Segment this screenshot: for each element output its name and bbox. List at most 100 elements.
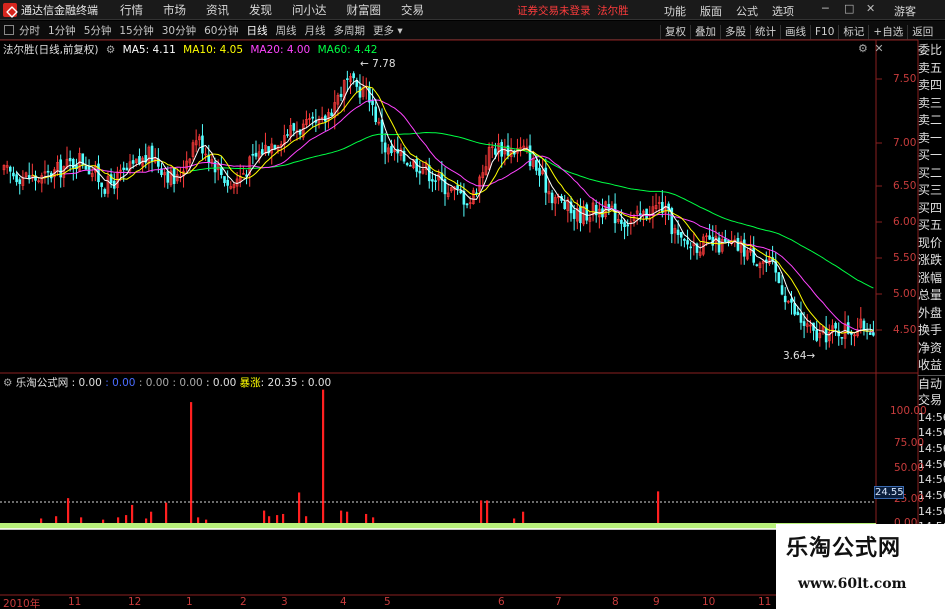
y-tick: 6.00 bbox=[893, 216, 917, 228]
candle-body bbox=[59, 159, 63, 178]
indicator-bar bbox=[102, 519, 105, 523]
candle-body bbox=[531, 157, 535, 167]
candle-body bbox=[635, 210, 639, 214]
period-60min[interactable]: 60分钟 bbox=[204, 23, 238, 38]
candle-body bbox=[153, 157, 157, 163]
candle-body bbox=[572, 210, 576, 219]
draw-button[interactable]: 画线 bbox=[780, 25, 810, 40]
ma20-label: MA20: 4.00 bbox=[250, 44, 311, 56]
menu-ask[interactable]: 问小达 bbox=[292, 2, 327, 18]
add-watchlist-button[interactable]: +自选 bbox=[868, 25, 907, 40]
candle-body bbox=[601, 208, 604, 218]
period-more[interactable]: 更多 ▾ bbox=[373, 23, 403, 38]
menu-formula[interactable]: 公式 bbox=[736, 3, 758, 19]
period-daily[interactable]: 日线 bbox=[247, 23, 268, 38]
low-price-label: 3.64→ bbox=[783, 350, 816, 362]
x-tick: 11 bbox=[68, 596, 82, 608]
candle-body bbox=[270, 143, 274, 154]
candle-body bbox=[198, 136, 201, 141]
gear-icon[interactable]: ⚙ bbox=[858, 42, 868, 55]
candle-body bbox=[78, 153, 81, 172]
adjust-button[interactable]: 复权 bbox=[660, 25, 690, 40]
indicator-bar bbox=[365, 513, 368, 523]
menu-function[interactable]: 功能 bbox=[664, 3, 686, 19]
menu-layout[interactable]: 版面 bbox=[700, 3, 722, 19]
period-1min[interactable]: 1分钟 bbox=[48, 23, 76, 38]
close-icon[interactable]: ✕ bbox=[866, 2, 875, 15]
maximize-icon[interactable]: □ bbox=[844, 2, 854, 15]
moving-average-lines bbox=[16, 79, 874, 336]
candle-body bbox=[717, 237, 721, 253]
candle-body bbox=[862, 320, 866, 332]
close-chart-icon[interactable]: ✕ bbox=[874, 42, 883, 55]
candle-body bbox=[512, 150, 516, 155]
chart-area[interactable] bbox=[0, 0, 945, 609]
candle-body bbox=[475, 192, 478, 195]
candle-body bbox=[598, 208, 601, 218]
back-button[interactable]: 返回 bbox=[907, 25, 937, 40]
f10-button[interactable]: F10 bbox=[810, 25, 838, 40]
x-tick: 5 bbox=[384, 596, 391, 608]
menu-discover[interactable]: 发现 bbox=[249, 2, 272, 18]
candle-body bbox=[500, 142, 504, 157]
candle-body bbox=[670, 208, 674, 235]
candle-body bbox=[43, 171, 47, 174]
candle-body bbox=[616, 219, 620, 222]
candle-body bbox=[276, 145, 280, 151]
mark-button[interactable]: 标记 bbox=[838, 25, 868, 40]
candle-body bbox=[314, 120, 318, 123]
login-status[interactable]: 证券交易未登录 法尔胜 bbox=[517, 3, 629, 18]
period-intraday[interactable]: 分时 bbox=[19, 23, 40, 38]
period-monthly[interactable]: 月线 bbox=[305, 23, 326, 38]
period-weekly[interactable]: 周线 bbox=[276, 23, 297, 38]
period-30min[interactable]: 30分钟 bbox=[162, 23, 196, 38]
menu-market[interactable]: 市场 bbox=[163, 2, 186, 18]
quote-label: 卖二 bbox=[918, 113, 943, 127]
candle-body bbox=[135, 158, 138, 163]
candle-body bbox=[402, 150, 406, 162]
candle-body bbox=[752, 247, 756, 263]
candle-body bbox=[780, 285, 784, 295]
candle-body bbox=[116, 171, 119, 188]
candle-body bbox=[705, 235, 708, 238]
menu-trade[interactable]: 交易 bbox=[401, 2, 424, 18]
candle-body bbox=[342, 80, 346, 100]
menu-quotes[interactable]: 行情 bbox=[120, 2, 143, 18]
settings-icon[interactable]: ⚙ bbox=[106, 44, 115, 56]
overlay-button[interactable]: 叠加 bbox=[690, 25, 720, 40]
candle-body bbox=[834, 322, 837, 329]
toggle-icon[interactable] bbox=[4, 25, 14, 35]
minimize-icon[interactable]: ─ bbox=[822, 2, 829, 15]
candle-body bbox=[686, 240, 689, 245]
candle-body bbox=[749, 247, 752, 253]
stats-button[interactable]: 统计 bbox=[750, 25, 780, 40]
candle-body bbox=[12, 172, 15, 177]
menu-options[interactable]: 选项 bbox=[772, 3, 794, 19]
candle-body bbox=[144, 155, 148, 163]
ma60-label: MA60: 4.42 bbox=[317, 44, 378, 56]
candle-body bbox=[238, 176, 242, 182]
guest-user[interactable]: 游客 bbox=[894, 3, 916, 19]
period-15min[interactable]: 15分钟 bbox=[119, 23, 153, 38]
indicator-bar bbox=[486, 500, 489, 523]
candle-body bbox=[472, 190, 475, 205]
candle-body bbox=[607, 203, 611, 210]
candle-body bbox=[405, 163, 409, 166]
period-5min[interactable]: 5分钟 bbox=[84, 23, 112, 38]
candle-body bbox=[46, 170, 50, 173]
candle-body bbox=[465, 203, 469, 206]
toolbar-right: 复权 叠加 多股 统计 画线 F10 标记 +自选 返回 bbox=[660, 23, 937, 42]
auto-trade-button[interactable]: 自动 bbox=[918, 374, 945, 393]
candle-body bbox=[191, 142, 195, 157]
multi-stock-button[interactable]: 多股 bbox=[720, 25, 750, 40]
candle-body bbox=[494, 148, 497, 155]
candle-body bbox=[386, 147, 390, 155]
menu-news[interactable]: 资讯 bbox=[206, 2, 229, 18]
main-chart-legend: 法尔胜(日线,前复权) ⚙ MA5: 4.11 MA10: 4.05 MA20:… bbox=[3, 42, 381, 57]
candle-body bbox=[566, 199, 570, 211]
period-multi[interactable]: 多周期 bbox=[334, 23, 366, 38]
indicator-settings-icon[interactable]: ⚙ bbox=[3, 377, 12, 389]
candle-body bbox=[557, 195, 560, 199]
menu-wealth[interactable]: 财富圈 bbox=[347, 2, 382, 18]
candle-body bbox=[733, 239, 737, 242]
